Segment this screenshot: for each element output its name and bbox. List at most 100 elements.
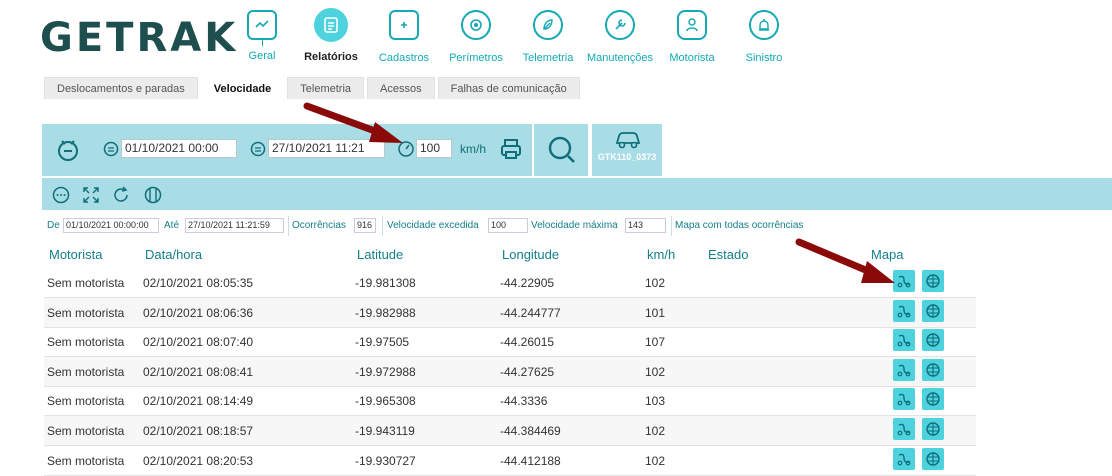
table-row[interactable]: Sem motorista 02/10/2021 08:08:41 -19.9729… (44, 356, 976, 387)
cell-lon: -44.244777 (500, 305, 561, 320)
table-row[interactable]: Sem motorista 02/10/2021 08:07:40 -19.9750… (44, 327, 976, 358)
nav-geral[interactable]: Geral (240, 10, 284, 70)
clock-period-icon[interactable] (55, 137, 81, 168)
map-icon (926, 303, 940, 318)
col-latitude[interactable]: Latitude (357, 247, 403, 262)
to-label: Até (164, 220, 180, 231)
exceeded-value: 100 (488, 218, 528, 233)
calendar-end-icon[interactable] (250, 141, 266, 162)
driver-icon (677, 10, 707, 40)
route-map-button[interactable] (893, 329, 915, 352)
nav-label: Sinistro (745, 52, 783, 64)
nav-motorista[interactable]: Motorista (664, 10, 720, 70)
route-icon (897, 394, 911, 406)
nav-relatorios[interactable]: Relatórios (301, 8, 361, 68)
cell-driver: Sem motorista (47, 335, 125, 350)
cell-datetime: 02/10/2021 08:20:53 (143, 453, 254, 468)
map-button[interactable] (922, 358, 944, 381)
expand-icon[interactable] (82, 186, 100, 204)
printer-icon[interactable] (499, 137, 523, 166)
tab-acessos[interactable]: Acessos (367, 77, 435, 99)
folder-add-icon (389, 10, 419, 40)
nav-perimetros[interactable]: Perímetros (446, 10, 506, 70)
route-map-button[interactable] (893, 299, 915, 322)
nav-label: Relatórios (304, 51, 358, 63)
vehicle-selector[interactable]: GTK110_0373 (592, 124, 662, 176)
nav-cadastros[interactable]: Cadastros (377, 10, 431, 70)
col-datetime[interactable]: Data/hora (145, 247, 202, 262)
cell-speed: 102 (645, 276, 666, 290)
route-icon (897, 275, 911, 288)
route-map-button[interactable] (893, 418, 915, 440)
map-button[interactable] (922, 299, 944, 322)
map-button[interactable] (922, 270, 944, 292)
search-button[interactable] (534, 124, 588, 176)
tab-deslocamentos[interactable]: Deslocamentos e paradas (44, 77, 198, 99)
map-button[interactable] (922, 447, 944, 470)
nav-manutencoes[interactable]: Manutenções (585, 10, 655, 70)
cell-speed: 102 (645, 424, 666, 438)
cell-lon: -44.22905 (500, 276, 555, 290)
max-value: 143 (625, 218, 666, 233)
leaf-icon (533, 10, 563, 40)
summary-strip: De 01/10/2021 00:00:00 Até 27/10/2021 11… (44, 215, 1112, 237)
cell-driver: Sem motorista (47, 424, 125, 438)
wrench-icon (605, 10, 635, 40)
map-icon (926, 274, 940, 288)
tab-velocidade[interactable]: Velocidade (200, 77, 285, 99)
speed-limit-input[interactable]: 100 (416, 139, 452, 158)
cell-lon: -44.384469 (500, 424, 561, 438)
app-logo: GETRAK (40, 15, 239, 61)
more-options-icon[interactable] (52, 186, 70, 204)
cell-datetime: 02/10/2021 08:07:40 (143, 335, 254, 350)
map-icon (926, 363, 940, 377)
map-button[interactable] (922, 388, 944, 411)
refresh-icon[interactable] (112, 186, 130, 204)
col-longitude[interactable]: Longitude (502, 247, 559, 262)
cell-driver: Sem motorista (47, 276, 125, 290)
route-icon (897, 423, 911, 436)
nav-sinistro[interactable]: Sinistro (740, 10, 788, 70)
map-button[interactable] (922, 418, 944, 440)
nav-label: Telemetria (522, 52, 574, 64)
cell-datetime: 02/10/2021 08:14:49 (143, 394, 254, 409)
cell-datetime: 02/10/2021 08:18:57 (143, 424, 254, 438)
route-map-button[interactable] (893, 388, 915, 411)
tab-telemetria[interactable]: Telemetria (287, 77, 365, 99)
cell-driver: Sem motorista (47, 305, 125, 320)
cell-lat: -19.982988 (355, 305, 416, 320)
nav-telemetria[interactable]: Telemetria (518, 10, 578, 70)
alarm-icon (749, 10, 779, 40)
table-row[interactable]: Sem motorista 02/10/2021 08:06:36 -19.9829… (44, 297, 976, 328)
tab-falhas[interactable]: Falhas de comunicação (437, 77, 580, 99)
from-label: De (47, 220, 60, 231)
monitor-icon (247, 10, 277, 40)
results-toolbar (42, 178, 1112, 210)
col-speed[interactable]: km/h (647, 247, 675, 262)
start-date-input[interactable]: 01/10/2021 00:00 (121, 139, 237, 158)
cell-speed: 101 (645, 305, 666, 320)
map-icon (926, 451, 940, 466)
route-map-button[interactable] (893, 447, 915, 470)
report-tabs: Deslocamentos e paradas Velocidade Telem… (44, 77, 580, 99)
exceeded-label: Velocidade excedida (387, 220, 479, 231)
map-button[interactable] (922, 329, 944, 352)
cell-lat: -19.965308 (355, 394, 416, 409)
table-row[interactable]: Sem motorista 02/10/2021 08:14:49 -19.9653… (44, 386, 976, 417)
table-row[interactable]: Sem motorista 02/10/2021 08:20:53 -19.9307… (44, 446, 976, 476)
annotation-arrow-speed (303, 100, 405, 148)
cell-speed: 103 (645, 394, 666, 409)
calendar-start-icon[interactable] (103, 141, 119, 162)
map-all-link[interactable]: Mapa com todas ocorrências (675, 220, 803, 231)
cell-lat: -19.943119 (355, 424, 415, 438)
col-state[interactable]: Estado (708, 247, 748, 262)
columns-icon[interactable] (144, 186, 162, 204)
cell-lat: -19.930727 (355, 453, 416, 468)
nav-label: Manutenções (586, 52, 654, 64)
nav-label: Cadastros (378, 52, 430, 64)
table-header: Motorista Data/hora Latitude Longitude k… (44, 238, 1112, 268)
table-row[interactable]: Sem motorista 02/10/2021 08:18:57 -19.9431… (44, 416, 976, 446)
route-map-button[interactable] (893, 358, 915, 381)
col-driver[interactable]: Motorista (49, 247, 102, 262)
nav-label: Motorista (669, 52, 715, 64)
